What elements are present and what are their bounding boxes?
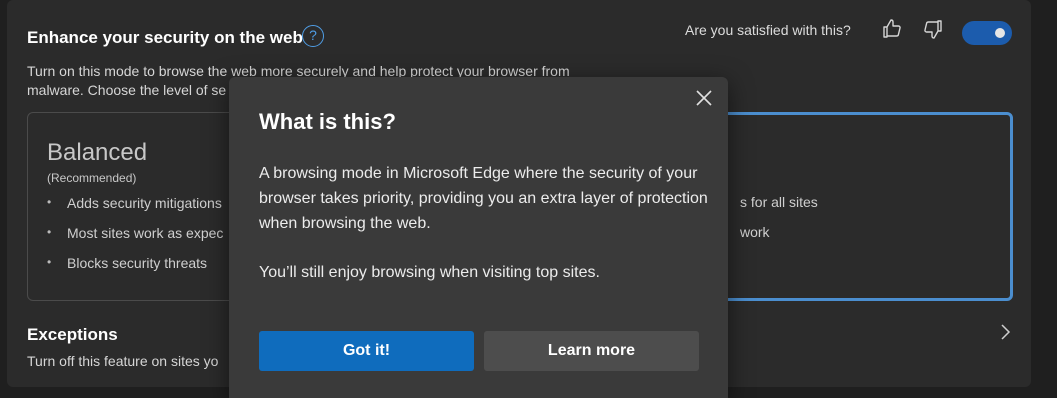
balanced-subtitle: (Recommended) [47, 171, 137, 185]
dialog-title: What is this? [259, 109, 396, 134]
exceptions-title: Exceptions [27, 325, 118, 344]
thumbs-down-icon[interactable] [921, 17, 945, 41]
strict-mode-option[interactable]: s for all sites work [707, 112, 1013, 301]
list-item: s for all sites [740, 194, 818, 210]
what-is-this-dialog: What is this? A browsing mode in Microso… [229, 77, 728, 398]
chevron-right-icon[interactable] [997, 322, 1013, 342]
card-title: Enhance your security on the web [27, 28, 303, 47]
dialog-body-secondary: You’ll still enjoy browsing when visitin… [259, 264, 600, 281]
balanced-feature-list: Adds security mitigations Most sites wor… [47, 195, 223, 285]
list-item: Blocks security threats [47, 255, 223, 285]
feedback-question: Are you satisfied with this? [685, 22, 851, 38]
toggle-knob [995, 28, 1005, 38]
dialog-body: A browsing mode in Microsoft Edge where … [259, 165, 708, 232]
exceptions-description: Turn off this feature on sites yo [27, 353, 219, 369]
list-item: work [740, 224, 770, 240]
learn-more-button[interactable]: Learn more [484, 331, 699, 371]
security-toggle[interactable] [962, 21, 1012, 45]
got-it-button[interactable]: Got it! [259, 331, 474, 371]
thumbs-up-icon[interactable] [880, 17, 904, 41]
list-item: Adds security mitigations [47, 195, 223, 225]
balanced-title: Balanced [47, 139, 148, 166]
help-icon[interactable]: ? [302, 25, 324, 47]
list-item: Most sites work as expec [47, 225, 223, 255]
close-icon[interactable] [695, 89, 713, 107]
